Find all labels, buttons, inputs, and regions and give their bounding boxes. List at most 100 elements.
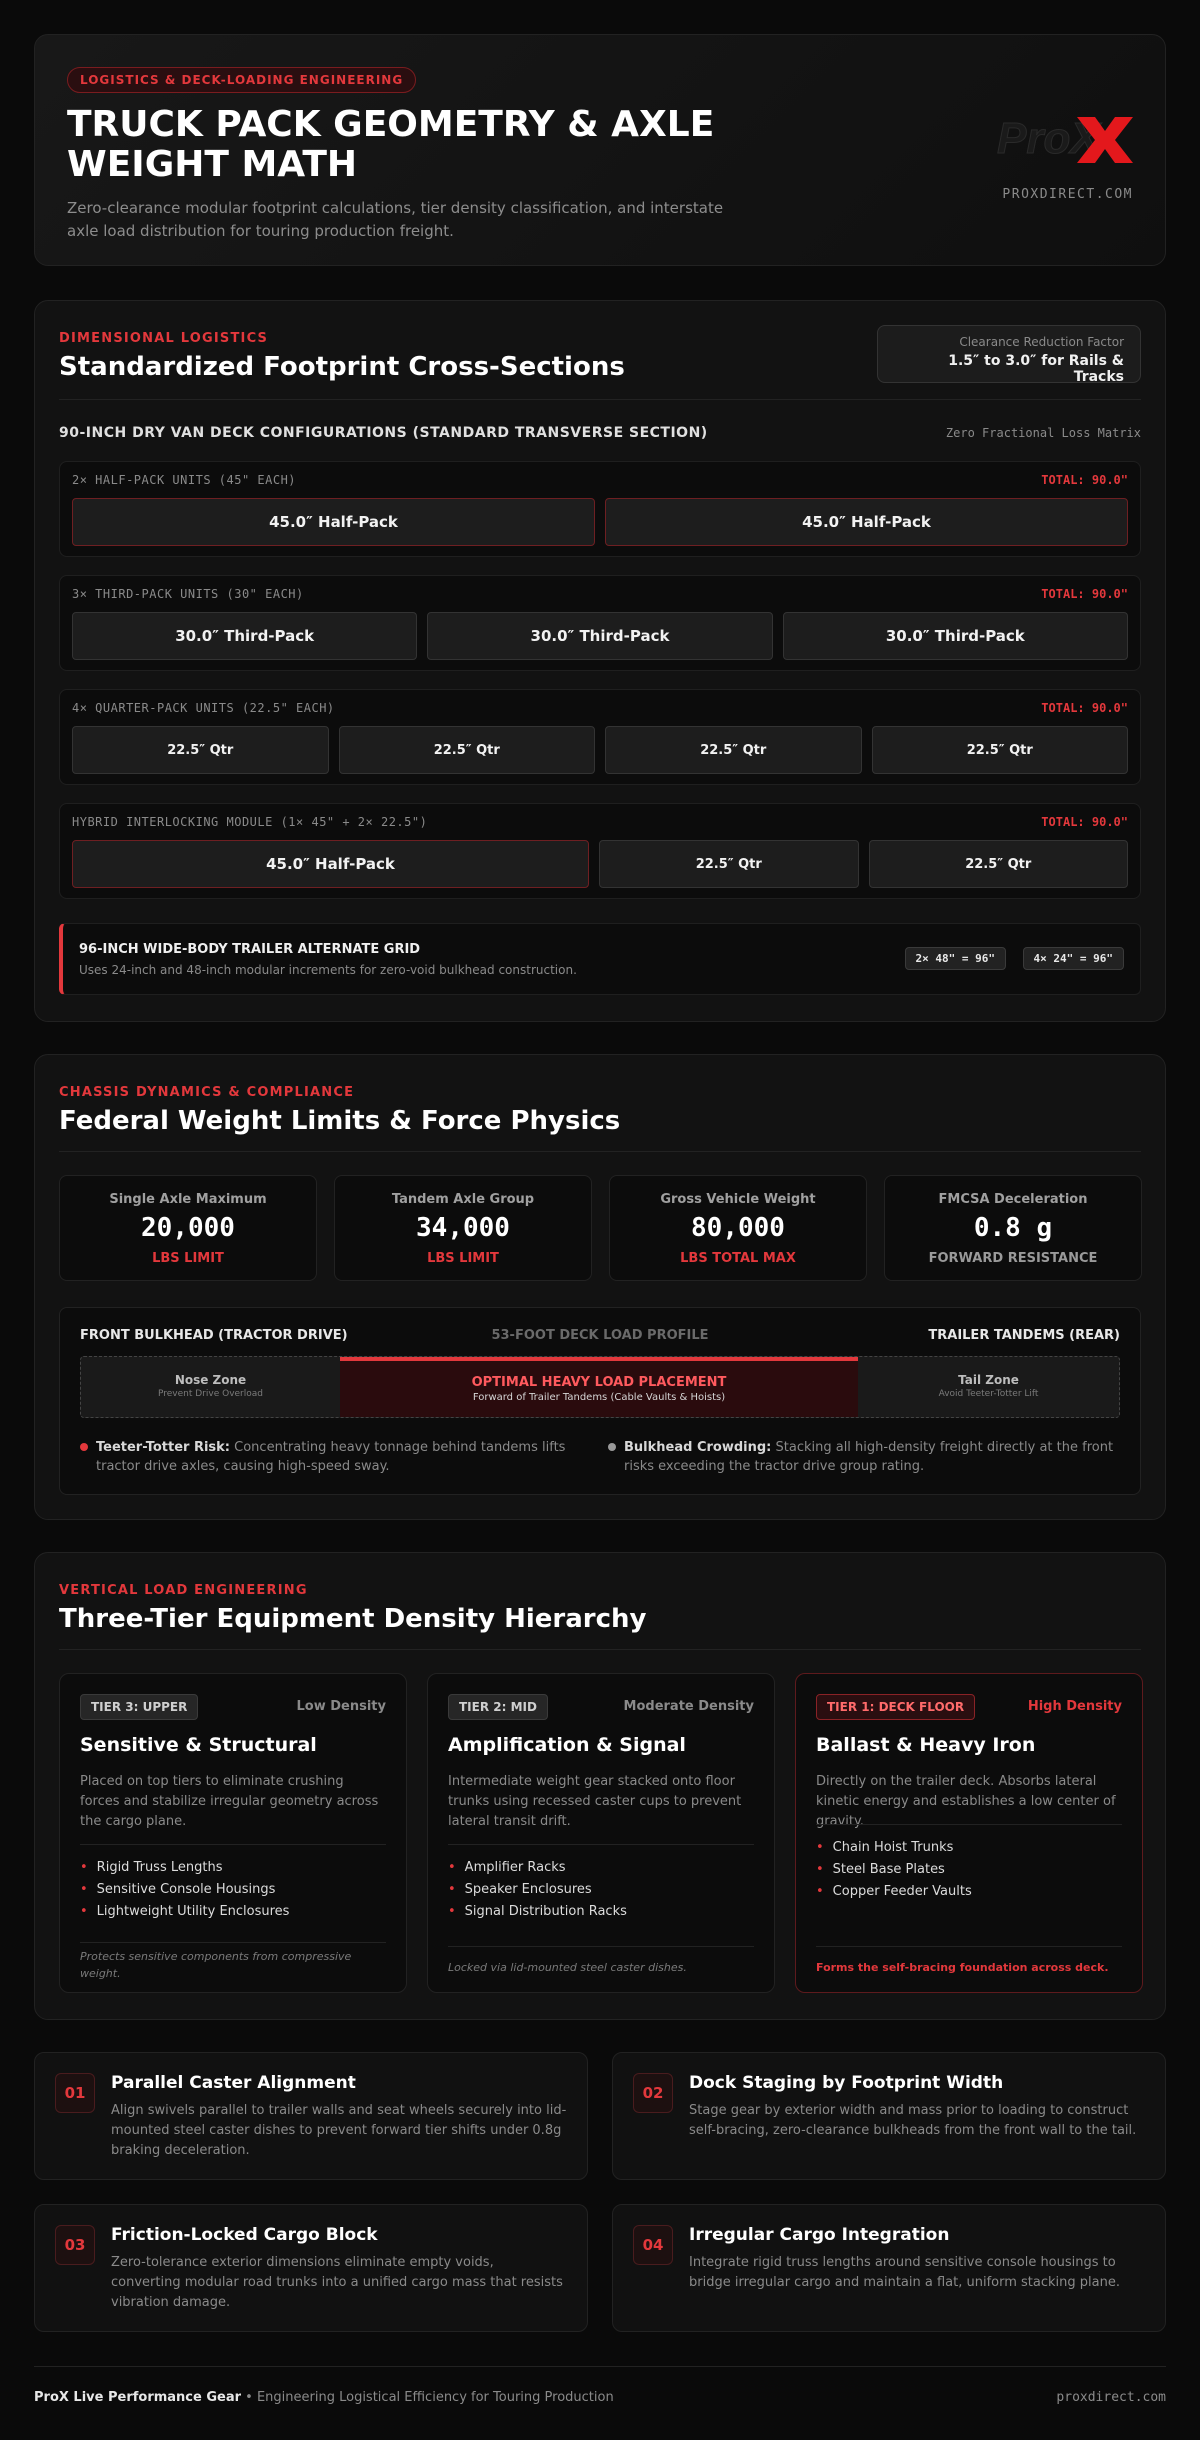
prox-logo: ProX: [993, 107, 1133, 167]
list-item: • Signal Distribution Racks: [448, 1904, 627, 1919]
step-card: 04 Irregular Cargo Integration Integrate…: [612, 2204, 1166, 2332]
tier-card-upper: TIER 3: UPPER Low Density Sensitive & St…: [59, 1673, 407, 1993]
pack-unit: 22.5″ Qtr: [868, 840, 1128, 888]
risk-title: Teeter-Totter Risk:: [96, 1440, 231, 1455]
divider: [816, 1946, 1122, 1947]
load-profile-panel: FRONT BULKHEAD (TRACTOR DRIVE) 53-FOOT D…: [59, 1307, 1141, 1495]
tier-desc: Directly on the trailer deck. Absorbs la…: [816, 1774, 1116, 1829]
step-title: Dock Staging by Footprint Width: [689, 2073, 1004, 2093]
pack-unit: 45.0″ Half-Pack: [72, 840, 589, 888]
optimal-zone-sub: Forward of Trailer Tandems (Cable Vaults…: [472, 1392, 726, 1403]
list-item: • Lightweight Utility Enclosures: [80, 1904, 290, 1919]
stat-value: 80,000: [691, 1213, 785, 1243]
stat-card: Tandem Axle Group 34,000 LBS LIMIT: [334, 1175, 592, 1281]
divider: [59, 1649, 1141, 1650]
weights-eyebrow: CHASSIS DYNAMICS & COMPLIANCE: [59, 1085, 355, 1100]
footprint-title: Standardized Footprint Cross-Sections: [59, 352, 625, 382]
stat-unit: LBS TOTAL MAX: [680, 1251, 796, 1266]
step-number: 01: [55, 2073, 95, 2113]
pack-unit: 30.0″ Third-Pack: [72, 612, 418, 660]
pack-unit: 22.5″ Qtr: [605, 726, 862, 774]
footer-divider: [34, 2366, 1166, 2367]
tiers-eyebrow: VERTICAL LOAD ENGINEERING: [59, 1583, 308, 1598]
list-item: • Sensitive Console Housings: [80, 1882, 276, 1897]
prox-logo-icon: ProX: [997, 114, 1133, 164]
tier-note: Locked via lid-mounted steel caster dish…: [448, 1961, 687, 1974]
tier-title: Ballast & Heavy Iron: [816, 1734, 1036, 1756]
stat-value: 20,000: [141, 1213, 235, 1243]
stat-value: 34,000: [416, 1213, 510, 1243]
list-item-label: Speaker Enclosures: [464, 1882, 592, 1897]
pack-unit: 30.0″ Third-Pack: [782, 612, 1128, 660]
deck-section-title: 90-INCH DRY VAN DECK CONFIGURATIONS (STA…: [59, 425, 708, 441]
step-card: 01 Parallel Caster Alignment Align swive…: [34, 2052, 588, 2180]
step-number: 03: [55, 2225, 95, 2265]
nose-zone-title: Nose Zone: [174, 1373, 247, 1387]
optimal-zone: OPTIMAL HEAVY LOAD PLACEMENT Forward of …: [340, 1357, 858, 1417]
deck-total: TOTAL: 90.0": [1041, 701, 1128, 715]
tier-tag: TIER 1: DECK FLOOR: [816, 1694, 976, 1720]
deck-label: 2× HALF-PACK UNITS (45" EACH): [72, 473, 297, 487]
step-desc: Zero-tolerance exterior dimensions elimi…: [111, 2255, 563, 2310]
list-item: • Rigid Truss Lengths: [80, 1860, 223, 1875]
tier-density: Moderate Density: [623, 1699, 754, 1714]
divider: [448, 1946, 754, 1947]
tier-desc: Placed on top tiers to eliminate crushin…: [80, 1774, 379, 1829]
risk-title: Bulkhead Crowding:: [624, 1440, 772, 1455]
header-text: LOGISTICS & DECK-LOADING ENGINEERING TRU…: [67, 67, 747, 243]
clearance-value: 1.5″ to 3.0″ for Rails & Tracks: [948, 353, 1124, 385]
list-item-label: Copper Feeder Vaults: [832, 1884, 972, 1899]
footer-brand: ProX Live Performance Gear: [34, 2390, 242, 2405]
step-desc: Stage gear by exterior width and mass pr…: [689, 2103, 1137, 2138]
step-title: Irregular Cargo Integration: [689, 2225, 950, 2245]
deck-label: HYBRID INTERLOCKING MODULE (1× 45" + 2× …: [72, 815, 428, 829]
deck-section-note: Zero Fractional Loss Matrix: [945, 426, 1141, 440]
list-item: • Amplifier Racks: [448, 1860, 566, 1875]
list-item-label: Steel Base Plates: [832, 1862, 945, 1877]
list-item-label: Lightweight Utility Enclosures: [96, 1904, 290, 1919]
risk-note-teeter: Teeter-Totter Risk: Concentrating heavy …: [80, 1438, 580, 1476]
pack-unit: 45.0″ Half-Pack: [605, 498, 1128, 546]
divider: [448, 1844, 754, 1845]
deck-label: 4× QUARTER-PACK UNITS (22.5" EACH): [72, 701, 335, 715]
page-title: TRUCK PACK GEOMETRY & AXLE WEIGHT MATH: [67, 104, 715, 185]
list-item-label: Sensitive Console Housings: [96, 1882, 276, 1897]
alternate-grid-box: 96-INCH WIDE-BODY TRAILER ALTERNATE GRID…: [59, 923, 1141, 995]
stat-unit: FORWARD RESISTANCE: [928, 1251, 1098, 1266]
gray-dot-icon: [608, 1443, 616, 1451]
tier-title: Sensitive & Structural: [80, 1734, 317, 1756]
list-item-label: Rigid Truss Lengths: [96, 1860, 223, 1875]
weights-section: CHASSIS DYNAMICS & COMPLIANCE Federal We…: [34, 1054, 1166, 1520]
tier-note: Protects sensitive components from compr…: [80, 1950, 352, 1980]
list-item-label: Signal Distribution Racks: [464, 1904, 627, 1919]
deck-total: TOTAL: 90.0": [1041, 473, 1128, 487]
tier-note: Forms the self-bracing foundation across…: [816, 1961, 1109, 1974]
stat-unit: LBS LIMIT: [152, 1251, 224, 1266]
pack-unit: 30.0″ Third-Pack: [427, 612, 773, 660]
deck-config-quarter: 4× QUARTER-PACK UNITS (22.5" EACH) TOTAL…: [59, 689, 1141, 785]
pack-unit: 45.0″ Half-Pack: [72, 498, 595, 546]
stat-label: Tandem Axle Group: [391, 1192, 535, 1207]
step-number: 02: [633, 2073, 673, 2113]
deck-config-hybrid: HYBRID INTERLOCKING MODULE (1× 45" + 2× …: [59, 803, 1141, 899]
tier-tag: TIER 3: UPPER: [80, 1694, 199, 1720]
tier-tag: TIER 2: MID: [448, 1694, 548, 1720]
tier-density: High Density: [1027, 1699, 1122, 1714]
weights-title: Federal Weight Limits & Force Physics: [59, 1106, 621, 1136]
risk-note-bulkhead: Bulkhead Crowding: Stacking all high-den…: [608, 1438, 1122, 1476]
tail-zone-title: Tail Zone: [958, 1373, 1019, 1387]
clearance-box: Clearance Reduction Factor 1.5″ to 3.0″ …: [877, 325, 1141, 385]
step-card: 02 Dock Staging by Footprint Width Stage…: [612, 2052, 1166, 2180]
tier-desc: Intermediate weight gear stacked onto fl…: [448, 1774, 742, 1829]
optimal-zone-title: OPTIMAL HEAVY LOAD PLACEMENT: [471, 1375, 727, 1390]
stat-label: Gross Vehicle Weight: [660, 1192, 816, 1207]
pack-unit: 22.5″ Qtr: [871, 726, 1128, 774]
step-desc: Align swivels parallel to trailer walls …: [111, 2103, 567, 2158]
divider: [80, 1844, 386, 1845]
header-card: LOGISTICS & DECK-LOADING ENGINEERING TRU…: [34, 34, 1166, 266]
footer-site-link[interactable]: proxdirect.com: [1056, 2390, 1166, 2405]
tier-card-floor: TIER 1: DECK FLOOR High Density Ballast …: [795, 1673, 1143, 1993]
deck-profile-bar: Nose Zone Prevent Drive Overload OPTIMAL…: [80, 1356, 1120, 1418]
tier-density: Low Density: [296, 1699, 387, 1714]
tier-list: • Rigid Truss Lengths • Sensitive Console …: [80, 1860, 386, 1926]
